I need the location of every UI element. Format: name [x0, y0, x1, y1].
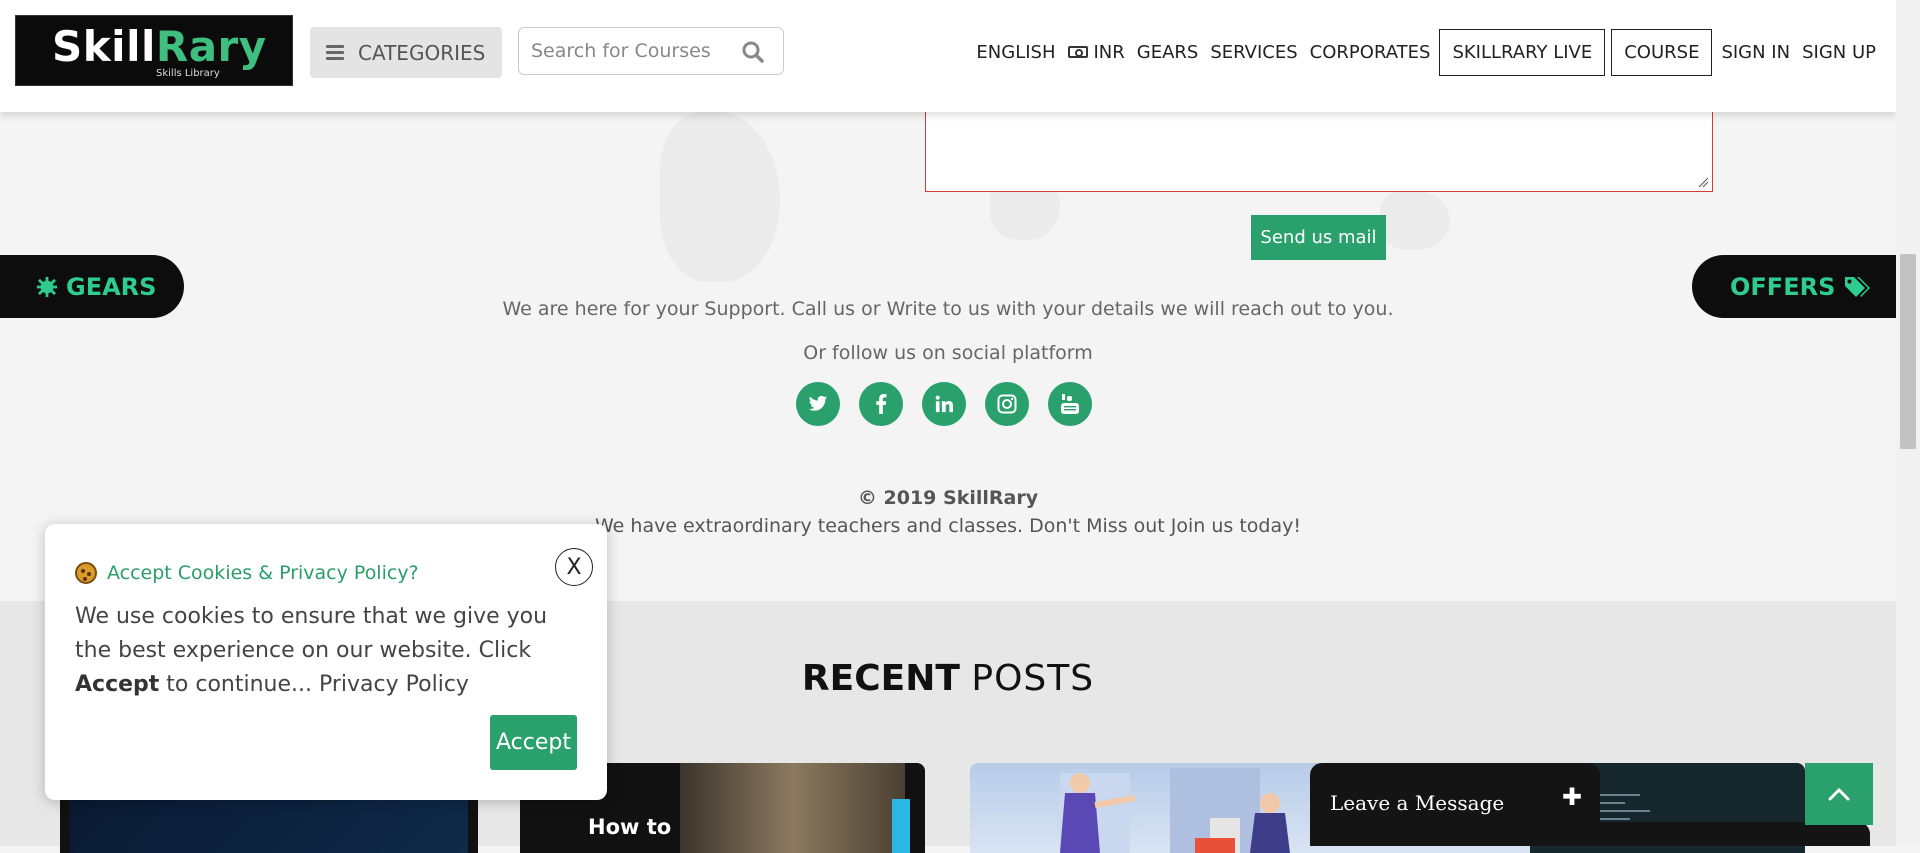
nav-currency[interactable]: INR — [1067, 41, 1125, 63]
gear-icon — [36, 276, 58, 297]
linkedin-icon[interactable] — [922, 382, 966, 426]
search-box — [518, 27, 784, 75]
cookie-consent-popup: Accept Cookies & Privacy Policy? X We us… — [45, 524, 607, 800]
copyright-text: © 2019 SkillRary — [857, 487, 1039, 509]
search-input[interactable] — [529, 36, 729, 66]
categories-label: CATEGORIES — [358, 40, 486, 65]
message-textarea[interactable] — [925, 100, 1713, 192]
logo-wordmark: SkillRary — [52, 22, 267, 71]
facebook-icon[interactable] — [859, 382, 903, 426]
resize-handle-icon[interactable] — [1697, 176, 1709, 188]
recent-title-rest: POSTS — [971, 658, 1095, 699]
logo-part2: Rary — [155, 22, 267, 71]
post-thumbnail — [680, 763, 905, 853]
post-card-text: How to — [588, 815, 672, 839]
cookie-body-text: We use cookies to ensure that we give yo… — [75, 604, 548, 663]
instagram-icon[interactable] — [985, 382, 1029, 426]
nav-corporates[interactable]: CORPORATES — [1310, 42, 1431, 63]
support-text: We are here for your Support. Call us or… — [502, 298, 1394, 320]
search-icon[interactable] — [741, 40, 765, 68]
recent-title-bold: RECENT — [801, 658, 960, 699]
scroll-to-top-button[interactable] — [1805, 763, 1873, 825]
logo-part1: Skill — [52, 22, 156, 71]
youtube-icon[interactable] — [1048, 382, 1092, 426]
offers-tab-label: OFFERS — [1730, 272, 1836, 301]
cookie-body-text-end: to continue... Privacy Policy — [159, 672, 469, 697]
post-accent-stripe — [892, 799, 910, 853]
plus-icon[interactable]: ✚ — [1562, 783, 1582, 811]
cookie-title-text: Accept Cookies & Privacy Policy? — [107, 562, 419, 584]
accept-cookies-button[interactable]: Accept — [490, 715, 577, 770]
tags-icon — [1845, 276, 1871, 297]
chat-background-bar — [1560, 822, 1870, 846]
nav-sign-in[interactable]: SIGN IN — [1721, 42, 1790, 63]
nav-course[interactable]: COURSE — [1611, 28, 1713, 76]
page-scrollbar[interactable] — [1896, 0, 1920, 846]
nav-skillrary-live[interactable]: SKILLRARY LIVE — [1439, 28, 1606, 76]
world-map-decoration — [660, 112, 780, 282]
main-nav: ENGLISH INR GEARS SERVICES CORPORATES SK… — [970, 26, 1882, 78]
nav-sign-up[interactable]: SIGN UP — [1802, 42, 1876, 63]
nav-english[interactable]: ENGLISH — [976, 42, 1055, 63]
follow-text: Or follow us on social platform — [803, 342, 1093, 364]
cookie-body: We use cookies to ensure that we give yo… — [75, 600, 575, 702]
categories-button[interactable]: CATEGORIES — [310, 27, 502, 78]
cash-icon — [1067, 46, 1088, 58]
cookie-close-button[interactable]: X — [555, 548, 593, 586]
chat-label: Leave a Message — [1330, 791, 1505, 815]
twitter-icon[interactable] — [796, 382, 840, 426]
nav-gears[interactable]: GEARS — [1137, 42, 1199, 63]
nav-currency-label: INR — [1093, 41, 1125, 63]
scrollbar-thumb[interactable] — [1900, 254, 1916, 449]
logo-subtitle: Skills Library — [156, 68, 220, 79]
gears-tab-label: GEARS — [66, 272, 157, 301]
cookie-body-accept: Accept — [75, 672, 160, 697]
nav-services[interactable]: SERVICES — [1210, 42, 1297, 63]
send-mail-button[interactable]: Send us mail — [1251, 215, 1386, 260]
hamburger-icon — [326, 42, 344, 63]
chevron-up-icon — [1828, 787, 1850, 801]
cookie-icon — [75, 562, 97, 584]
chat-widget[interactable]: Leave a Message ✚ — [1310, 763, 1600, 846]
cookie-title: Accept Cookies & Privacy Policy? — [75, 562, 419, 584]
social-links — [796, 382, 1111, 426]
site-header: SkillRary Skills Library CATEGORIES ENGL… — [0, 0, 1896, 112]
world-map-decoration — [1380, 190, 1450, 250]
skillrary-logo[interactable]: SkillRary Skills Library — [15, 15, 293, 86]
